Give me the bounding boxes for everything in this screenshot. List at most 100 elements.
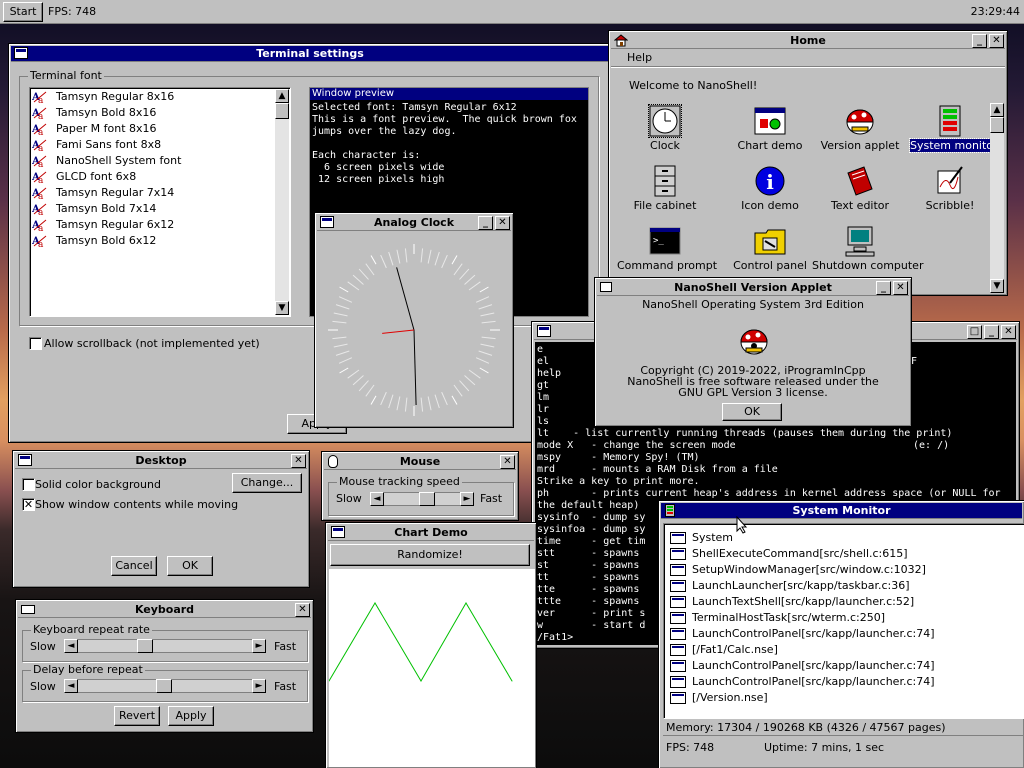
launcher-item[interactable]: i Icon demo bbox=[722, 163, 818, 219]
arrow-right-icon[interactable]: ► bbox=[460, 492, 474, 506]
svg-text:>_: >_ bbox=[653, 236, 664, 246]
clock-tick bbox=[358, 380, 369, 392]
title-bar[interactable]: Chart Demo bbox=[328, 525, 534, 541]
slider-thumb[interactable] bbox=[156, 679, 172, 693]
launcher-label: Text editor bbox=[830, 199, 890, 212]
revert-button[interactable]: Revert bbox=[114, 706, 160, 726]
title-bar[interactable]: Analog Clock _ ✕ bbox=[317, 215, 511, 231]
start-button[interactable]: Start bbox=[3, 2, 43, 22]
launcher-item[interactable]: Shutdown computer bbox=[812, 223, 923, 279]
process-name: [/Fat1/Calc.nse] bbox=[692, 643, 778, 656]
font-list[interactable]: Aa Tamsyn Regular 8x16 Aa Tamsyn Bold 8x16 A… bbox=[29, 87, 291, 317]
close-button[interactable]: ✕ bbox=[989, 34, 1004, 48]
font-name: Tamsyn Regular 7x14 bbox=[56, 186, 175, 199]
font-list-scrollbar[interactable]: ▲ ▼ bbox=[275, 89, 289, 315]
group-label: Delay before repeat bbox=[31, 663, 145, 676]
title-bar[interactable]: Keyboard ✕ bbox=[18, 602, 311, 618]
clock-tick bbox=[335, 350, 350, 356]
title-bar[interactable]: Terminal settings bbox=[11, 46, 609, 62]
scribble-icon bbox=[934, 165, 966, 197]
ok-button[interactable]: OK bbox=[167, 556, 213, 576]
solid-color-checkbox[interactable] bbox=[22, 478, 35, 491]
scroll-thumb[interactable] bbox=[990, 117, 1004, 133]
menu-help[interactable]: Help bbox=[627, 51, 652, 64]
close-button[interactable]: ✕ bbox=[1001, 325, 1016, 339]
scroll-down-arrow-icon[interactable]: ▼ bbox=[990, 279, 1004, 293]
show-contents-checkbox[interactable]: ✕ bbox=[22, 498, 35, 511]
scroll-up-arrow-icon[interactable]: ▲ bbox=[990, 103, 1004, 117]
close-button[interactable]: ✕ bbox=[295, 603, 310, 617]
minimize-button[interactable]: _ bbox=[984, 325, 999, 339]
svg-text:a: a bbox=[38, 240, 44, 248]
clock-tick bbox=[464, 375, 476, 386]
ok-button[interactable]: OK bbox=[722, 403, 782, 421]
change-button[interactable]: Change... bbox=[232, 473, 302, 493]
launcher-item[interactable]: File cabinet bbox=[617, 163, 713, 219]
cancel-button[interactable]: Cancel bbox=[111, 556, 157, 576]
minimize-button[interactable]: _ bbox=[972, 34, 987, 48]
file-cabinet-icon bbox=[649, 165, 681, 197]
randomize-button[interactable]: Randomize! bbox=[330, 544, 530, 566]
clock-tick bbox=[339, 367, 349, 374]
scroll-thumb[interactable] bbox=[275, 103, 289, 119]
font-icon: Aa bbox=[31, 154, 48, 170]
launcher-item[interactable]: System monitor bbox=[902, 103, 998, 159]
delay-slider[interactable]: ◄ ► bbox=[64, 679, 266, 693]
clock-tick bbox=[480, 343, 495, 348]
launcher-item[interactable]: Version applet bbox=[812, 103, 908, 159]
title-bar[interactable]: System Monitor bbox=[661, 503, 1022, 519]
close-button[interactable]: ✕ bbox=[500, 455, 515, 469]
launcher-item[interactable]: Text editor bbox=[812, 163, 908, 219]
clock-tick bbox=[434, 394, 440, 409]
fast-label: Fast bbox=[274, 640, 297, 653]
text-editor-icon bbox=[844, 165, 876, 197]
scrollback-checkbox[interactable] bbox=[29, 337, 42, 350]
arrow-right-icon[interactable]: ► bbox=[252, 679, 266, 693]
title-bar[interactable]: NanoShell Version Applet _ ✕ bbox=[597, 280, 909, 296]
close-button[interactable]: ✕ bbox=[495, 216, 510, 230]
clock-tick bbox=[420, 248, 424, 263]
process-list[interactable]: System ShellExecuteCommand[src/shell.c:61… bbox=[663, 523, 1024, 719]
launcher-item[interactable]: Chart demo bbox=[722, 103, 818, 159]
clock-tick bbox=[434, 251, 440, 266]
launcher-item[interactable]: Scribble! bbox=[902, 163, 998, 219]
arrow-right-icon[interactable]: ► bbox=[252, 639, 266, 653]
arrow-left-icon[interactable]: ◄ bbox=[370, 492, 384, 506]
window-title: Mouse bbox=[399, 455, 441, 468]
repeat-rate-slider[interactable]: ◄ ► bbox=[64, 639, 266, 653]
clock-tick bbox=[396, 249, 401, 264]
title-bar[interactable]: Home _ ✕ bbox=[611, 33, 1005, 49]
clock-tick bbox=[335, 304, 350, 310]
title-bar[interactable]: Mouse ✕ bbox=[324, 454, 516, 470]
slider-thumb[interactable] bbox=[137, 639, 153, 653]
minimize-button[interactable]: _ bbox=[478, 216, 493, 230]
desktop-window: Desktop ✕ Solid color background Change.… bbox=[12, 450, 310, 588]
apply-button[interactable]: Apply bbox=[168, 706, 214, 726]
minimize-button[interactable]: _ bbox=[876, 281, 891, 295]
home-scrollbar[interactable]: ▲ ▼ bbox=[990, 103, 1004, 293]
clock-icon bbox=[648, 104, 682, 138]
launcher-label: Version applet bbox=[820, 139, 900, 152]
clock-tick bbox=[420, 397, 424, 412]
close-button[interactable]: ✕ bbox=[893, 281, 908, 295]
launcher-item[interactable]: Clock bbox=[617, 103, 713, 159]
maximize-button[interactable]: □ bbox=[967, 325, 982, 339]
launcher-item[interactable]: Control panel bbox=[722, 223, 818, 279]
title-bar[interactable]: Desktop ✕ bbox=[15, 453, 307, 469]
arrow-left-icon[interactable]: ◄ bbox=[64, 679, 78, 693]
clock-tick bbox=[339, 286, 349, 293]
analog-clock-window: Analog Clock _ ✕ bbox=[314, 212, 514, 428]
window-icon bbox=[670, 612, 686, 624]
launcher-item[interactable]: >_ Command prompt bbox=[617, 223, 717, 279]
nanoshell-logo-icon bbox=[738, 326, 770, 356]
arrow-left-icon[interactable]: ◄ bbox=[64, 639, 78, 653]
slider-thumb[interactable] bbox=[419, 492, 435, 506]
svg-text:i: i bbox=[766, 170, 774, 194]
scroll-up-arrow-icon[interactable]: ▲ bbox=[275, 89, 289, 103]
scroll-down-arrow-icon[interactable]: ▼ bbox=[275, 301, 289, 315]
taskbar-clock: 23:29:44 bbox=[970, 5, 1020, 18]
svg-text:a: a bbox=[38, 96, 44, 104]
close-button[interactable]: ✕ bbox=[291, 454, 306, 468]
tracking-speed-slider[interactable]: ◄ ► bbox=[370, 492, 474, 506]
group-label: Terminal font bbox=[28, 69, 104, 82]
